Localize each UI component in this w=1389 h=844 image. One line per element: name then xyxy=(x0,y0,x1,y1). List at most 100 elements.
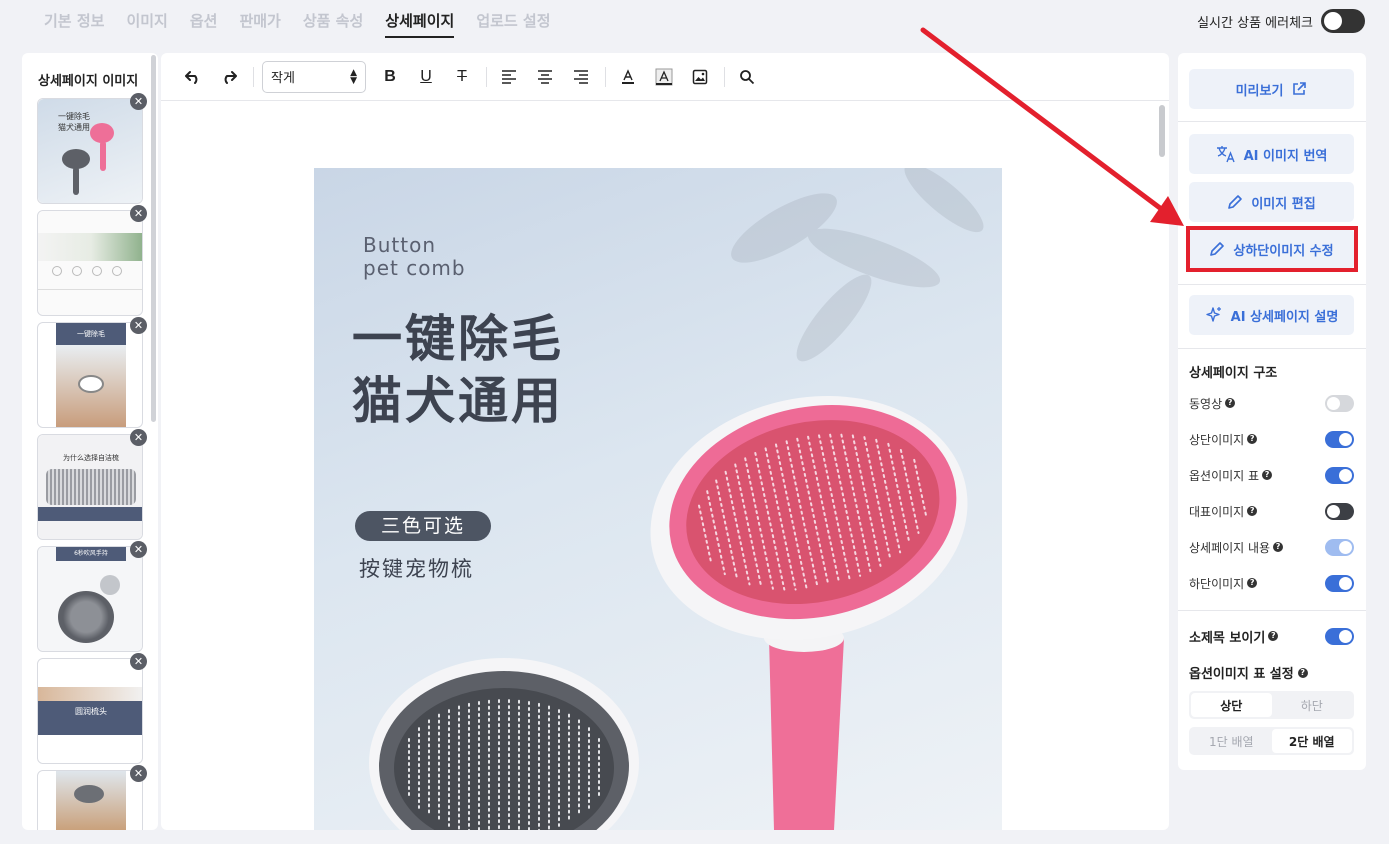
toggle-row-option-table: 옵션이미지 표? xyxy=(1189,465,1354,485)
toggle-label: 하단이미지 xyxy=(1189,576,1245,591)
detail-image-panel: 상세페이지 이미지 一键除毛 猫犬通用 ✕ ✕ 一键除毛 ✕ 为什么选择自洁梳 … xyxy=(22,53,158,830)
toggle-row-main-image: 대표이미지? xyxy=(1189,501,1354,521)
detail-thumb[interactable]: ✕ xyxy=(37,765,147,830)
bottom-image-toggle[interactable] xyxy=(1325,574,1354,592)
thumb-feature-icons xyxy=(52,266,122,276)
thumb-header: 一键除毛 xyxy=(56,323,126,345)
search-icon[interactable] xyxy=(733,63,761,91)
remove-thumb-close-icon[interactable]: ✕ xyxy=(130,317,147,334)
detail-content-toggle[interactable] xyxy=(1325,538,1354,556)
layout-1-column-option[interactable]: 1단 배열 xyxy=(1191,729,1272,753)
help-icon[interactable]: ? xyxy=(1262,470,1273,480)
editor-scrollbar[interactable] xyxy=(1159,105,1165,157)
undo-icon[interactable] xyxy=(179,63,207,91)
product-english-line2: pet comb xyxy=(363,256,466,280)
panel-divider xyxy=(1178,121,1366,122)
tab-options[interactable]: 옵션 xyxy=(190,10,218,38)
panel-divider xyxy=(1178,348,1366,349)
help-icon[interactable]: ? xyxy=(1247,578,1258,588)
font-size-select[interactable]: 작게 ▲ ▼ xyxy=(262,60,366,93)
ai-description-label: AI 상세페이지 설명 xyxy=(1230,309,1339,325)
position-bottom-option[interactable]: 하단 xyxy=(1272,693,1353,717)
detail-thumb[interactable]: 圆润梳头 ✕ xyxy=(37,653,147,764)
remove-thumb-close-icon[interactable]: ✕ xyxy=(130,205,147,222)
help-icon[interactable]: ? xyxy=(1273,542,1284,552)
help-icon[interactable]: ? xyxy=(1268,631,1279,641)
tab-images[interactable]: 이미지 xyxy=(126,10,167,38)
ai-description-button[interactable]: AI 상세페이지 설명 xyxy=(1189,295,1354,335)
toolbar-divider xyxy=(253,66,254,87)
font-color-icon[interactable] xyxy=(614,63,642,91)
tab-basic-info[interactable]: 기본 정보 xyxy=(44,10,104,38)
product-subtitle: 按键宠物梳 xyxy=(359,557,474,581)
thumb-gray-brush xyxy=(62,149,90,169)
help-icon[interactable]: ? xyxy=(1225,398,1236,408)
tab-price[interactable]: 판매가 xyxy=(239,10,280,38)
thumb-pink-brush xyxy=(90,123,114,143)
tab-upload-settings[interactable]: 업로드 설정 xyxy=(476,10,550,38)
option-table-toggle[interactable] xyxy=(1325,466,1354,484)
align-center-icon[interactable] xyxy=(531,63,559,91)
remove-thumb-close-icon[interactable]: ✕ xyxy=(130,429,147,446)
position-top-option[interactable]: 상단 xyxy=(1191,693,1272,717)
background-color-icon[interactable] xyxy=(650,63,678,91)
preview-label: 미리보기 xyxy=(1235,83,1284,99)
remove-thumb-close-icon[interactable]: ✕ xyxy=(130,765,147,782)
remove-thumb-close-icon[interactable]: ✕ xyxy=(130,541,147,558)
detail-thumb[interactable]: 6秒吹风手持 ✕ xyxy=(37,541,147,652)
preview-button[interactable]: 미리보기 xyxy=(1189,69,1354,109)
select-arrows-icon: ▲ ▼ xyxy=(350,67,357,86)
thumb-brush xyxy=(74,785,104,803)
editor-toolbar: 작게 ▲ ▼ B U T xyxy=(161,53,1169,101)
strikethrough-icon[interactable]: T xyxy=(448,63,476,91)
detail-thumb[interactable]: 一键除毛 ✕ xyxy=(37,317,147,428)
remove-thumb-close-icon[interactable]: ✕ xyxy=(130,653,147,670)
product-english-title: Button pet comb xyxy=(363,234,466,280)
product-english-line1: Button xyxy=(363,233,436,257)
image-icon[interactable] xyxy=(686,63,714,91)
thumb-pink-handle xyxy=(100,141,106,171)
help-icon[interactable]: ? xyxy=(1247,506,1258,516)
underline-icon[interactable]: U xyxy=(412,63,440,91)
detail-thumb[interactable]: 一键除毛 猫犬通用 ✕ xyxy=(37,93,147,204)
toolbar-divider xyxy=(724,66,725,87)
detail-thumb[interactable]: 为什么选择自洁梳 ✕ xyxy=(37,429,147,540)
main-image-toggle[interactable] xyxy=(1325,502,1354,520)
thumb-footer-bar xyxy=(38,507,142,521)
layout-2-column-option[interactable]: 2단 배열 xyxy=(1271,729,1352,753)
thumb-photo-strip xyxy=(38,687,142,701)
tab-detail-page[interactable]: 상세페이지 xyxy=(385,10,455,38)
video-toggle[interactable] xyxy=(1325,394,1354,412)
bold-icon[interactable]: B xyxy=(376,63,404,91)
align-left-icon[interactable] xyxy=(495,63,523,91)
toggle-row-video: 동영상? xyxy=(1189,393,1354,413)
right-settings-panel: 미리보기 AI 이미지 번역 이미지 편집 상하단이미지 수정 AI 상세페이지… xyxy=(1178,53,1366,770)
align-right-icon[interactable] xyxy=(567,63,595,91)
remove-thumb-close-icon[interactable]: ✕ xyxy=(130,93,147,110)
option-table-layout-segmented: 1단 배열 2단 배열 xyxy=(1189,727,1354,755)
toggle-row-bottom-image: 하단이미지? xyxy=(1189,573,1354,593)
tab-attributes[interactable]: 상품 속성 xyxy=(303,10,363,38)
option-table-position-segmented: 상단 하단 xyxy=(1189,691,1354,719)
thumb-caption: 一键除毛 猫犬通用 xyxy=(58,112,90,132)
thumb-zoom-circle xyxy=(100,575,120,595)
top-image-toggle[interactable] xyxy=(1325,430,1354,448)
highlight-box xyxy=(1186,226,1358,272)
panel-divider xyxy=(1178,610,1366,611)
toggle-row-detail-content: 상세페이지 내용? xyxy=(1189,537,1354,557)
thumb-header: 6秒吹风手持 xyxy=(56,547,126,561)
translate-icon xyxy=(1216,146,1235,163)
product-color-badge: 三色可选 xyxy=(355,511,491,541)
toggle-row-subtitle: 소제목 보이기? xyxy=(1189,626,1354,646)
help-icon[interactable]: ? xyxy=(1247,434,1258,444)
ai-translate-button[interactable]: AI 이미지 번역 xyxy=(1189,134,1354,174)
subtitle-toggle[interactable] xyxy=(1325,627,1354,645)
thumb-scrollbar[interactable] xyxy=(151,55,156,422)
redo-icon[interactable] xyxy=(215,63,243,91)
error-check-toggle[interactable] xyxy=(1321,9,1365,33)
help-icon[interactable]: ? xyxy=(1297,667,1308,678)
thumb-bristles xyxy=(46,469,136,505)
detail-thumb[interactable]: ✕ xyxy=(37,205,147,316)
product-chinese-title: 一键除毛 猫犬通用 xyxy=(352,308,564,432)
image-edit-button[interactable]: 이미지 편집 xyxy=(1189,182,1354,222)
